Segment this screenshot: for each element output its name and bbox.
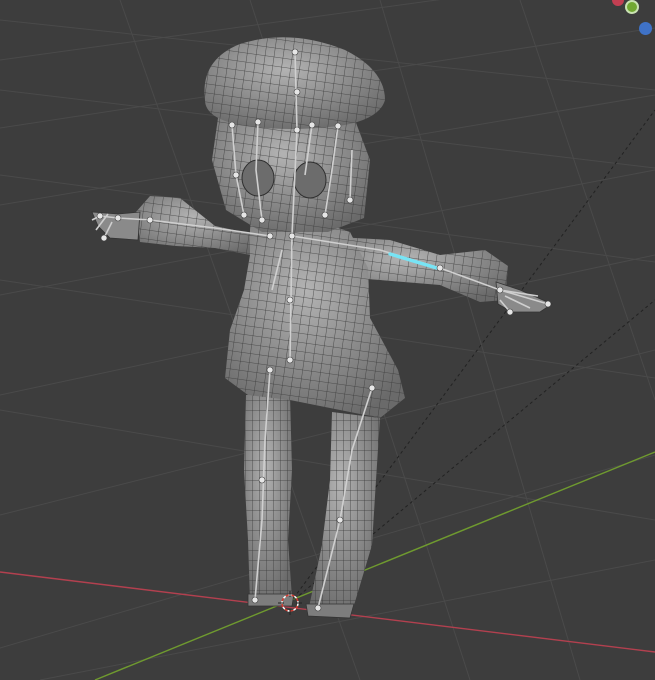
axis-y-icon[interactable] [625, 0, 639, 14]
right-eye [293, 161, 327, 199]
right-foot[interactable] [305, 603, 355, 619]
axis-z-icon[interactable] [639, 22, 652, 35]
viewport-canvas[interactable] [0, 0, 655, 680]
3d-viewport[interactable] [0, 0, 655, 680]
